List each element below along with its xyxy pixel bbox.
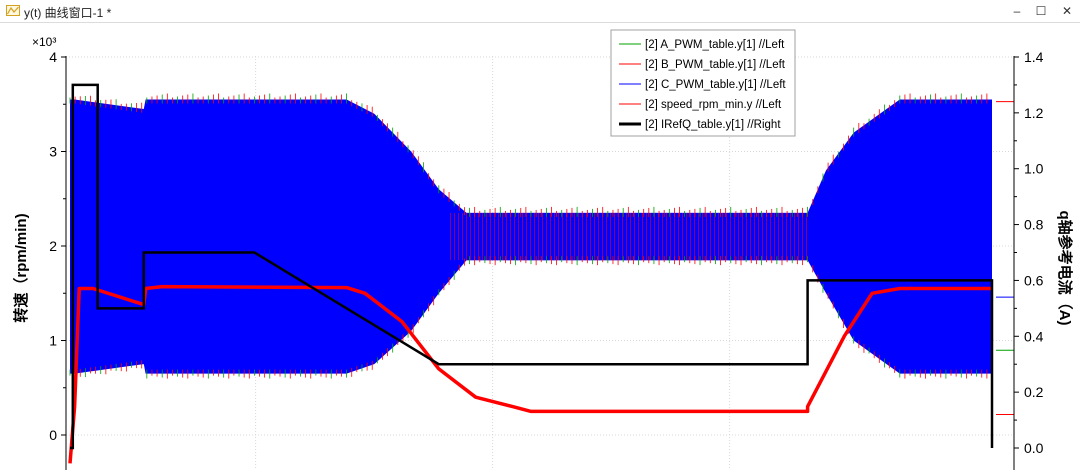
legend[interactable]: [2] A_PWM_table.y[1] //Left [2] B_PWM_tab… xyxy=(610,29,796,137)
right-tick-label: 1.2 xyxy=(1024,105,1044,121)
plot-area xyxy=(68,83,1014,464)
maximize-button[interactable]: ☐ xyxy=(1028,0,1054,22)
pwm-band-mixed xyxy=(448,212,808,261)
left-axis-title: 转速（rpm/min) xyxy=(12,213,30,322)
left-tick-label: 3 xyxy=(49,144,57,160)
minimize-button[interactable]: – xyxy=(1004,0,1030,22)
chart: 0 1 2 3 4×10³ 0.0 0.2 0.4 0.6 0.8 1.0 1.2 1.4 转速（rpm/… xyxy=(12,29,1074,470)
left-axis-multiplier: ×10³ xyxy=(32,35,56,49)
legend-label: [2] IRefQ_table.y[1] //Right xyxy=(645,119,781,131)
window-titlebar: y(t) 曲线窗口-1 * – ☐ ✕ xyxy=(0,0,1080,23)
left-tick-label: 0 xyxy=(49,427,57,443)
right-tick-label: 0.0 xyxy=(1024,440,1044,456)
left-tick-label: 4 xyxy=(49,49,57,65)
left-tick-label: 2 xyxy=(49,238,57,254)
legend-label: [2] C_PWM_table.y[1] //Left xyxy=(645,79,786,91)
legend-label: [2] speed_rpm_min.y //Left xyxy=(645,99,782,111)
app-curve-icon xyxy=(6,5,20,16)
legend-label: [2] A_PWM_table.y[1] //Left xyxy=(645,39,785,51)
right-tick-label: 0.4 xyxy=(1024,328,1044,344)
right-tick-label: 0.6 xyxy=(1024,272,1044,288)
window-title: y(t) 曲线窗口-1 * xyxy=(24,6,112,20)
right-tick-label: 1.4 xyxy=(1024,49,1044,65)
right-tick-label: 0.8 xyxy=(1024,217,1044,233)
right-axis-title: q轴参考电流（A) xyxy=(1056,211,1074,326)
right-tick-label: 1.0 xyxy=(1024,161,1044,177)
left-tick-label: 1 xyxy=(49,333,57,349)
legend-label: [2] B_PWM_table.y[1] //Left xyxy=(645,59,786,71)
close-button[interactable]: ✕ xyxy=(1054,0,1080,22)
right-tick-label: 0.2 xyxy=(1024,384,1044,400)
